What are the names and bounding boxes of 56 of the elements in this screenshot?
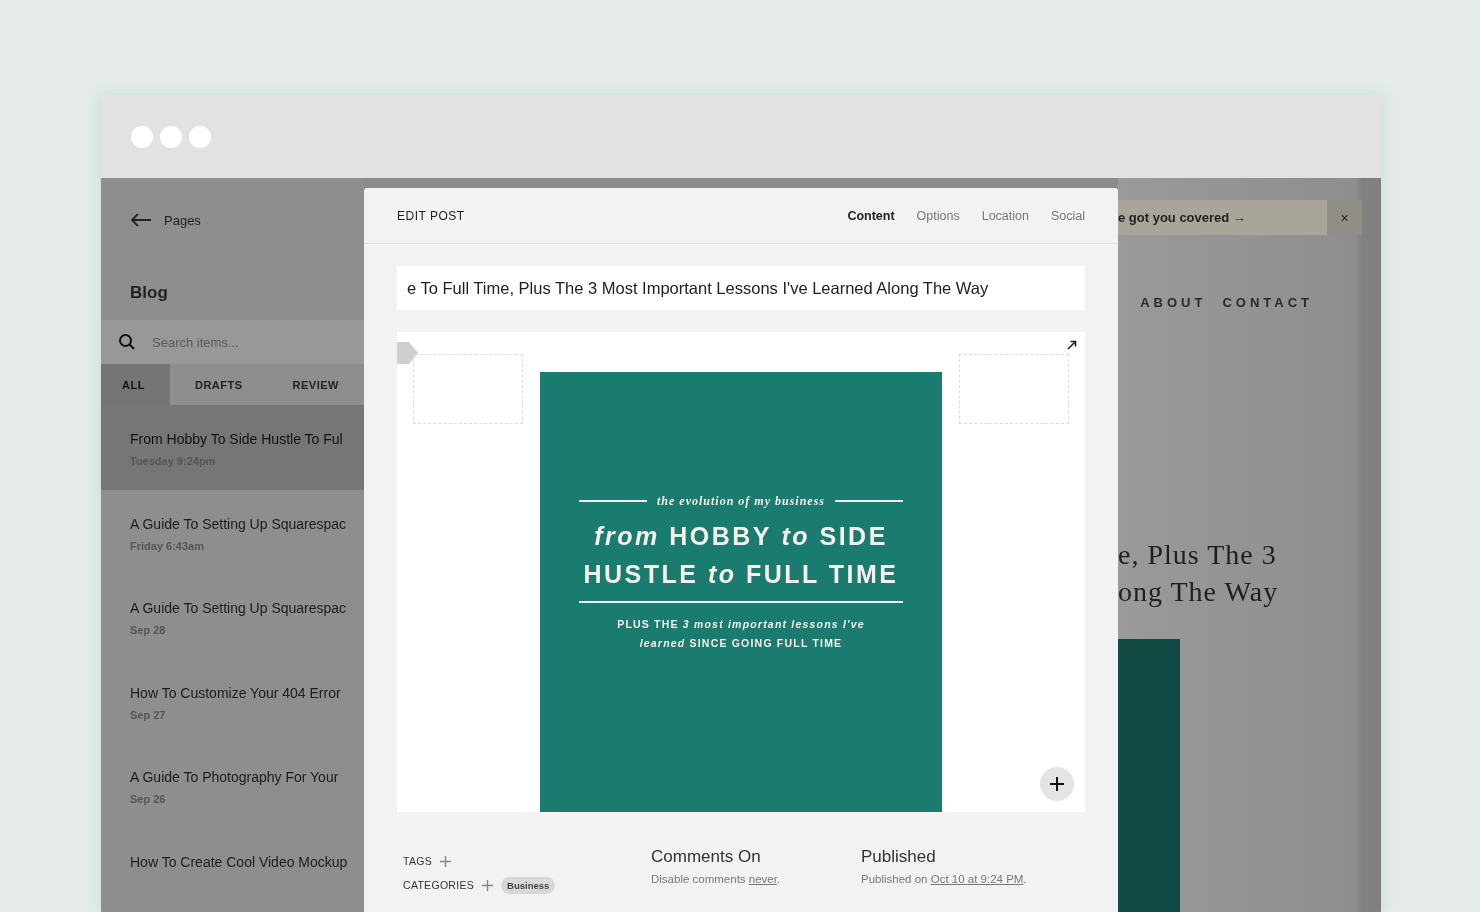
tags-label: TAGS xyxy=(403,855,432,867)
filter-tab[interactable]: DRAFTS xyxy=(170,364,268,405)
window-dot xyxy=(160,125,182,148)
dialog-tab[interactable]: Location xyxy=(981,208,1029,223)
post-date: Sep 26 xyxy=(130,793,167,805)
cover-subtitle: learned SINCE GOING FULL TIME xyxy=(639,635,843,651)
post-title: How To Customize Your 404 Error xyxy=(130,684,342,701)
dialog-tab[interactable]: Options xyxy=(916,208,960,223)
sidebar-title: Blog xyxy=(129,282,169,304)
cover-headline: HUSTLE to FULL TIME xyxy=(583,558,899,590)
comments-status: Comments On xyxy=(651,847,762,867)
comments-note: Disable comments never. xyxy=(651,873,782,885)
post-title: A Guide To Setting Up Squarespac xyxy=(130,600,348,616)
nav-link[interactable]: CONTACT xyxy=(1222,295,1313,310)
expand-icon[interactable] xyxy=(1067,340,1077,350)
publish-status: Published xyxy=(861,847,937,867)
post-title: From Hobby To Side Hustle To Ful xyxy=(130,431,344,447)
post-heading: e, Plus The 3 xyxy=(1118,538,1278,572)
publish-note: Published on Oct 10 at 9:24 PM. xyxy=(861,873,1028,885)
nav-link[interactable]: ABOUT xyxy=(1140,295,1207,310)
filter-tab[interactable]: ALL xyxy=(101,364,170,405)
post-title: A Guide To Setting Up Squarespac xyxy=(130,515,348,532)
back-link[interactable]: Pages xyxy=(164,212,201,228)
back-arrow-icon[interactable] xyxy=(130,213,152,227)
post-date: Sep 28 xyxy=(130,624,167,636)
filter-tab[interactable]: REVIEW xyxy=(267,364,364,405)
plus-icon xyxy=(1049,776,1065,792)
post-list-item[interactable]: How To Customize Your 404 Error Sep 27 xyxy=(101,658,364,743)
post-title: How To Create Cool Video Mockup xyxy=(130,853,349,870)
add-tag-icon[interactable] xyxy=(440,855,451,867)
post-list-item[interactable]: A Guide To Photography For Your Sep 26 xyxy=(101,743,364,828)
search-icon xyxy=(118,333,136,352)
cover-headline: from HOBBY to SIDE xyxy=(594,520,888,552)
dialog-tab[interactable]: Content xyxy=(847,208,895,223)
categories-label: CATEGORIES xyxy=(403,879,475,891)
cover-subtitle: PLUS THE 3 most important lessons I've xyxy=(617,616,865,632)
dialog-title: EDIT POST xyxy=(397,208,465,223)
add-category-icon[interactable] xyxy=(482,879,494,891)
post-list-item[interactable]: A Guide To Setting Up Squarespac Friday 6:43am xyxy=(101,489,364,574)
title-field[interactable]: e To Full Time, Plus The 3 Most Important Lessons I've Learned Along The Way xyxy=(397,266,1085,310)
post-list-item[interactable]: How To Create Cool Video Mockup xyxy=(101,827,364,912)
category-tag[interactable]: Business xyxy=(501,876,556,894)
add-button[interactable] xyxy=(1040,767,1074,801)
window-dot xyxy=(189,125,211,148)
post-title: A Guide To Photography For Your xyxy=(130,769,340,785)
close-button[interactable]: × xyxy=(1327,200,1362,235)
post-date: Friday 6:43am xyxy=(130,539,205,552)
search-field[interactable]: Search items... xyxy=(101,320,364,365)
dialog-tab[interactable]: Social xyxy=(1050,208,1085,223)
cover-kicker: the evolution of my business xyxy=(657,493,825,509)
post-list-item[interactable]: A Guide To Setting Up Squarespac Sep 28 xyxy=(101,574,364,659)
post-date: Sep 27 xyxy=(130,708,167,721)
post-heading: ong The Way xyxy=(1118,575,1280,609)
window-dot xyxy=(131,125,153,148)
comments-link[interactable]: never xyxy=(748,873,777,885)
announcement-text[interactable]: e got you covered → xyxy=(1118,210,1246,225)
